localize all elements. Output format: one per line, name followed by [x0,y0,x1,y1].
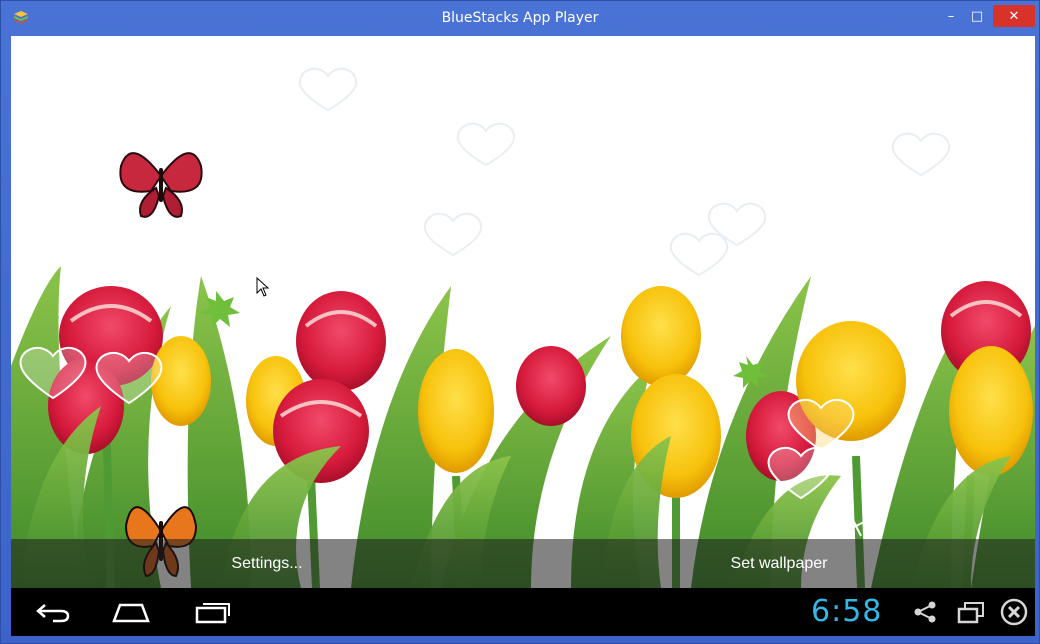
back-arrow-icon[interactable] [33,598,73,626]
red-butterfly [119,152,203,218]
close-circle-icon[interactable] [999,598,1029,626]
recent-apps-icon[interactable] [193,598,233,626]
close-button[interactable]: ✕ [993,5,1035,27]
maximize-button[interactable]: □ [967,5,987,27]
android-screen[interactable]: Settings... Set wallpaper [11,36,1035,588]
status-clock: 6:58 [811,594,883,629]
home-icon[interactable] [111,598,151,626]
tulip-wallpaper [11,67,1035,588]
window-title: BlueStacks App Player [441,10,599,26]
set-wallpaper-button[interactable]: Set wallpaper [523,539,1035,588]
minimize-button[interactable]: – [941,5,961,27]
mouse-pointer-icon [256,277,270,297]
bluestacks-window: BlueStacks App Player – □ ✕ Settings... … [0,0,1040,644]
share-icon[interactable] [911,598,939,626]
title-bar[interactable]: BlueStacks App Player – □ ✕ [1,1,1039,35]
settings-button[interactable]: Settings... [11,539,523,588]
wallpaper-action-bar: Settings... Set wallpaper [11,539,1035,588]
window-toggle-icon[interactable] [955,598,987,626]
android-navigation-bar: 6:58 [11,588,1035,636]
